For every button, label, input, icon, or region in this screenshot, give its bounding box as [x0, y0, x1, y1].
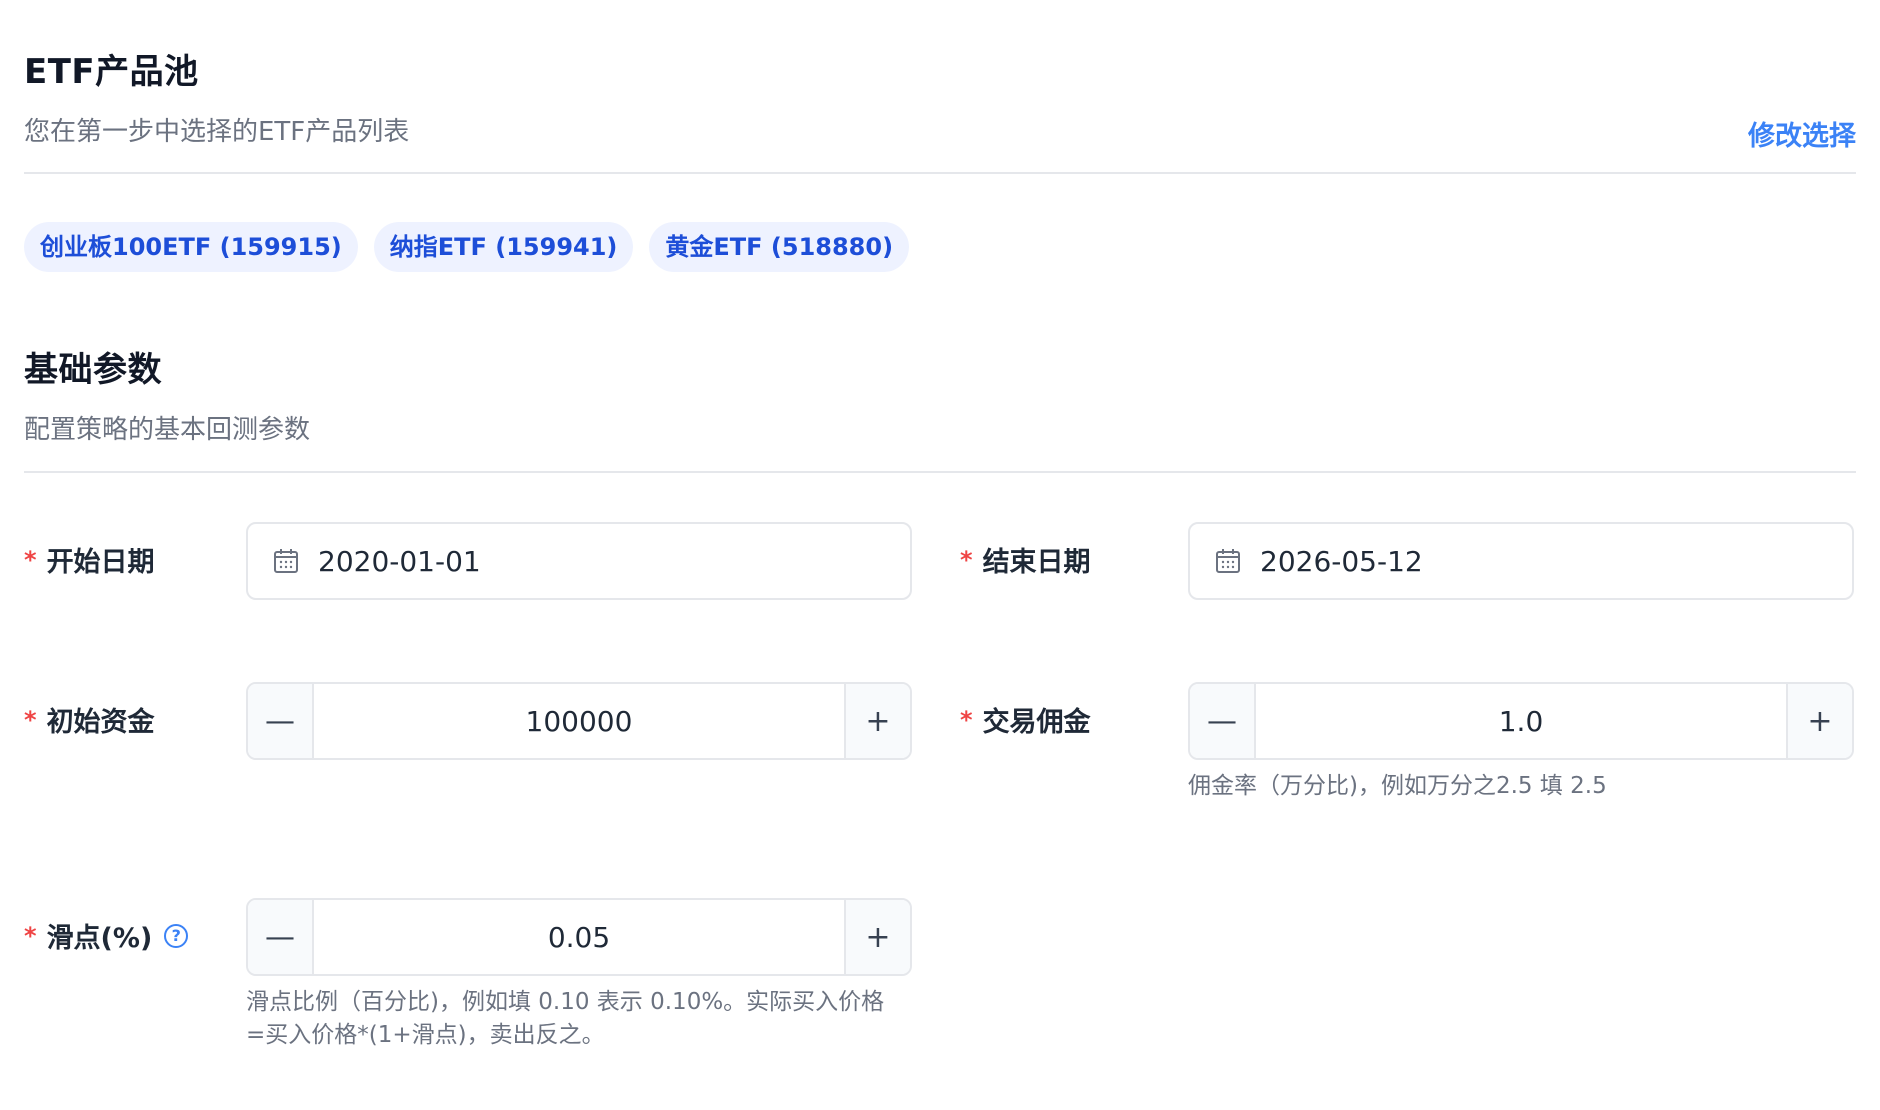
required-mark: * [24, 545, 37, 574]
etf-chip: 创业板100ETF (159915) [24, 222, 358, 272]
slippage-label-text: 滑点(%) [46, 923, 153, 954]
slippage-label: * 滑点(%) ? [24, 916, 189, 955]
commission-label-text: 交易佣金 [982, 707, 1091, 738]
etf-chip: 纳指ETF (159941) [373, 222, 634, 272]
decrement-button[interactable]: — [248, 900, 314, 974]
etf-pool-subtitle: 您在第一步中选择的ETF产品列表 [24, 117, 410, 147]
basic-params-subtitle: 配置策略的基本回测参数 [24, 415, 311, 445]
etf-chip-list: 创业板100ETF (159915) 纳指ETF (159941) 黄金ETF … [24, 222, 910, 272]
required-mark: * [24, 921, 37, 950]
commission-input[interactable]: 1.0 [1256, 684, 1786, 758]
initial-capital-label: * 初始资金 [24, 700, 155, 739]
slippage-input[interactable]: 0.05 [314, 900, 844, 974]
increment-button[interactable]: + [844, 684, 910, 758]
increment-button[interactable]: + [1786, 684, 1852, 758]
slippage-hint: 滑点比例（百分比)，例如填 0.10 表示 0.10%。实际买入价格 =买入价格… [246, 986, 884, 1052]
commission-label: * 交易佣金 [960, 700, 1091, 739]
divider [24, 172, 1856, 174]
commission-stepper: — 1.0 + [1188, 682, 1854, 760]
slippage-hint-line: 滑点比例（百分比)，例如填 0.10 表示 0.10%。实际买入价格 [246, 989, 885, 1015]
basic-params-title: 基础参数 [24, 350, 162, 390]
basic-params-header: 基础参数 配置策略的基本回测参数 [24, 342, 1856, 446]
edit-selection-link[interactable]: 修改选择 [1748, 114, 1856, 153]
increment-button[interactable]: + [844, 900, 910, 974]
help-icon[interactable]: ? [164, 923, 189, 948]
commission-hint: 佣金率（万分比)，例如万分之2.5 填 2.5 [1188, 773, 1607, 799]
end-date-value: 2026-05-12 [1260, 544, 1423, 578]
end-date-input[interactable]: 2026-05-12 [1188, 522, 1854, 600]
start-date-label-text: 开始日期 [46, 547, 155, 578]
slippage-hint-line: =买入价格*(1+滑点)，卖出反之。 [246, 1022, 605, 1048]
required-mark: * [960, 705, 973, 734]
start-date-label: * 开始日期 [24, 540, 155, 579]
divider [24, 471, 1856, 473]
decrement-button[interactable]: — [248, 684, 314, 758]
calendar-icon [1216, 549, 1240, 573]
end-date-label: * 结束日期 [960, 540, 1091, 579]
decrement-button[interactable]: — [1190, 684, 1256, 758]
initial-capital-stepper: — 100000 + [246, 682, 912, 760]
initial-capital-label-text: 初始资金 [46, 707, 155, 738]
etf-pool-header: ETF产品池 您在第一步中选择的ETF产品列表 修改选择 [24, 44, 1856, 152]
slippage-stepper: — 0.05 + [246, 898, 912, 976]
required-mark: * [960, 545, 973, 574]
start-date-input[interactable]: 2020-01-01 [246, 522, 912, 600]
initial-capital-input[interactable]: 100000 [314, 684, 844, 758]
calendar-icon [274, 549, 298, 573]
required-mark: * [24, 705, 37, 734]
end-date-label-text: 结束日期 [982, 547, 1091, 578]
etf-pool-title: ETF产品池 [24, 52, 199, 92]
start-date-value: 2020-01-01 [318, 544, 481, 578]
etf-chip: 黄金ETF (518880) [649, 222, 910, 272]
